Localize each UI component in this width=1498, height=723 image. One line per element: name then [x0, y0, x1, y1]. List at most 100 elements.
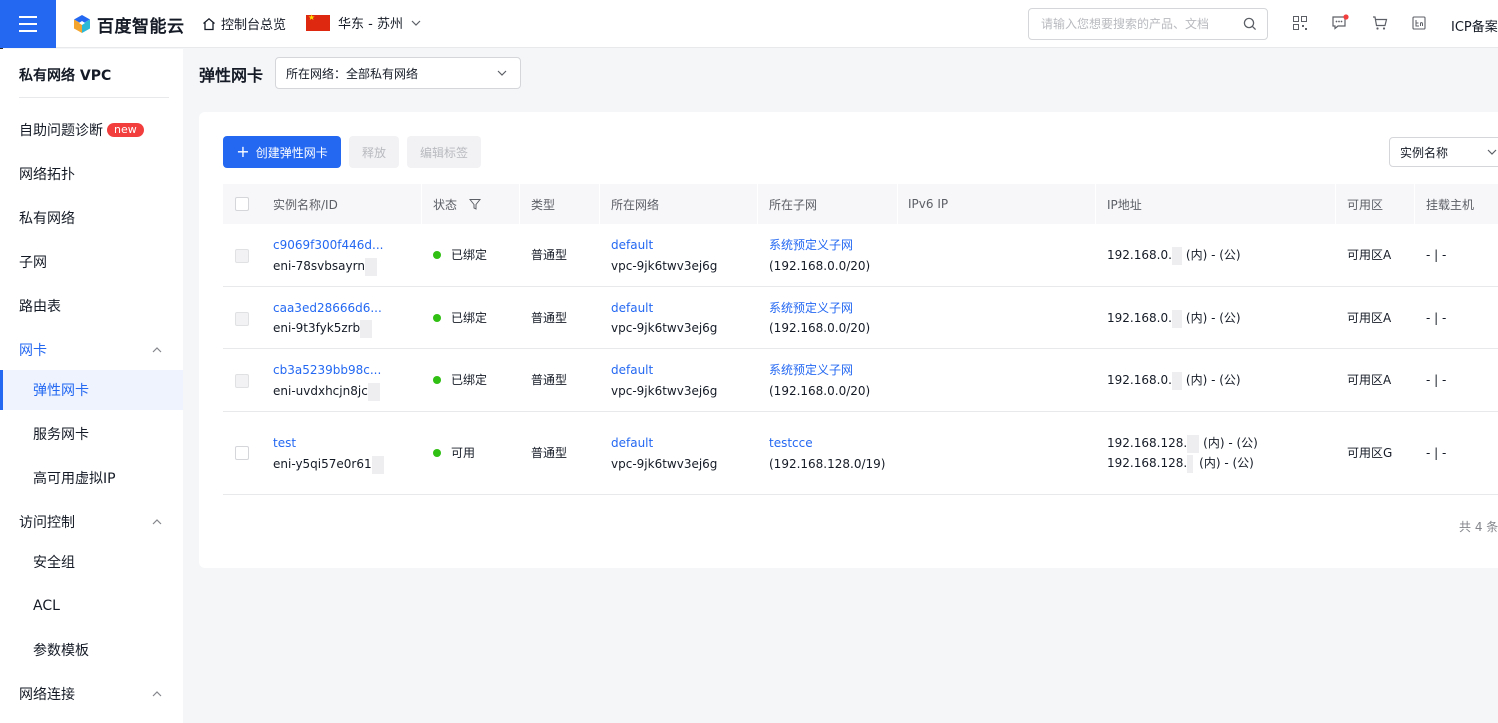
sidebar-item-label: 私有网络	[19, 211, 75, 227]
instance-id: eni-y5qi57e0r61	[273, 454, 384, 474]
sidebar-item-route-table[interactable]: 路由表	[0, 286, 183, 326]
host-cell: - | -	[1426, 248, 1447, 262]
sidebar-item-label: 路由表	[19, 299, 61, 315]
table-row: test eni-y5qi57e0r61 可用 普通型 default vpc-…	[223, 412, 1498, 495]
sidebar-item-param-template[interactable]: 参数模板	[0, 630, 183, 670]
sidebar-item-label: ACL	[33, 598, 60, 614]
row-checkbox[interactable]	[235, 249, 249, 263]
icp-filing-link[interactable]: ICP备案	[1451, 16, 1498, 35]
pagination-total: 共 4 条	[1459, 520, 1498, 534]
console-overview-label: 控制台总览	[221, 18, 287, 33]
status-dot	[433, 448, 441, 457]
qrcode-icon[interactable]	[1291, 14, 1309, 32]
ip-address: 192.168.0. (内) - (公)	[1107, 370, 1241, 390]
sidebar-item-vpc[interactable]: 私有网络	[0, 198, 183, 238]
type-cell: 普通型	[531, 446, 568, 460]
sidebar-item-security-group[interactable]: 安全组	[0, 542, 183, 582]
table-row: cb3a5239bb98c... eni-uvdxhcjn8jc 已绑定 普通型…	[223, 349, 1498, 412]
subnet-cidr: (192.168.0.0/20)	[769, 384, 871, 398]
row-checkbox[interactable]	[235, 446, 249, 460]
instance-name-link[interactable]: test	[273, 433, 296, 453]
global-search[interactable]	[1028, 8, 1268, 40]
region-label: 华东 - 苏州	[338, 17, 403, 32]
sidebar-item-service-nic[interactable]: 服务网卡	[0, 414, 183, 454]
eni-list-card: + 创建弹性网卡 释放 编辑标签 实例名称 实例名称/ID 状态 类型 所在网络…	[199, 112, 1498, 568]
sidebar-item-label: 安全组	[33, 555, 75, 571]
search-field-select[interactable]: 实例名称	[1389, 137, 1498, 167]
sidebar-group-nic[interactable]: 网卡	[0, 330, 183, 370]
new-badge: new	[107, 123, 144, 137]
edit-tags-button[interactable]: 编辑标签	[407, 136, 481, 168]
sidebar-item-label: 高可用虚拟IP	[33, 471, 116, 487]
zone-cell: 可用区A	[1347, 373, 1392, 387]
sidebar-item-diagnosis[interactable]: 自助问题诊断 new	[0, 110, 183, 150]
ip-address: 192.168.128. (内) - (公)	[1107, 433, 1258, 453]
chevron-down-icon	[411, 20, 421, 26]
network-filter-select[interactable]: 所在网络：全部私有网络	[275, 57, 521, 89]
column-header-host: 挂载主机	[1426, 197, 1475, 212]
cart-icon[interactable]	[1371, 14, 1389, 32]
vpc-id: vpc-9jk6twv3ej6g	[611, 259, 718, 273]
status-cell: 已绑定	[433, 370, 487, 390]
logo[interactable]: 百度智能云	[72, 12, 185, 37]
menu-toggle-button[interactable]	[0, 0, 56, 48]
vpc-id: vpc-9jk6twv3ej6g	[611, 384, 718, 398]
vpc-id: vpc-9jk6twv3ej6g	[611, 321, 718, 335]
vpc-name-link[interactable]: default	[611, 235, 653, 255]
host-cell: - | -	[1426, 446, 1447, 460]
chevron-up-icon	[152, 691, 162, 697]
vpc-name-link[interactable]: default	[611, 433, 653, 453]
sidebar-item-elastic-nic[interactable]: 弹性网卡	[0, 370, 183, 410]
type-cell: 普通型	[531, 373, 568, 387]
instance-name-link[interactable]: caa3ed28666d6...	[273, 298, 382, 318]
sidebar-item-label: 访问控制	[19, 515, 75, 531]
column-header-name: 实例名称/ID	[273, 197, 338, 212]
instance-id: eni-uvdxhcjn8jc	[273, 381, 380, 401]
search-input[interactable]	[1041, 17, 1243, 31]
baidu-cloud-logo-icon	[74, 15, 90, 33]
subnet-name-link[interactable]: 系统预定义子网	[769, 235, 853, 255]
subnet-name-link[interactable]: 系统预定义子网	[769, 298, 853, 318]
sidebar: 私有网络 VPC 自助问题诊断 new 网络拓扑 私有网络 子网 路由表 网卡 …	[0, 49, 183, 723]
search-icon[interactable]	[1243, 17, 1257, 31]
row-checkbox[interactable]	[235, 312, 249, 326]
filter-icon[interactable]	[469, 198, 482, 210]
zone-cell: 可用区G	[1347, 446, 1393, 460]
sidebar-item-subnet[interactable]: 子网	[0, 242, 183, 282]
vpc-name-link[interactable]: default	[611, 360, 653, 380]
status-cell: 已绑定	[433, 308, 487, 328]
sidebar-item-label: 弹性网卡	[33, 383, 89, 399]
status-dot	[433, 375, 441, 384]
select-all-checkbox[interactable]	[235, 197, 249, 211]
host-cell: - | -	[1426, 373, 1447, 387]
sidebar-group-access-control[interactable]: 访问控制	[0, 502, 183, 542]
instance-name-link[interactable]: c9069f300f446d...	[273, 235, 383, 255]
type-cell: 普通型	[531, 248, 568, 262]
subnet-name-link[interactable]: testcce	[769, 433, 813, 453]
row-checkbox[interactable]	[235, 374, 249, 388]
console-overview-link[interactable]: 控制台总览	[202, 14, 286, 33]
sidebar-item-label: 网卡	[19, 343, 47, 359]
subnet-cidr: (192.168.0.0/20)	[769, 321, 871, 335]
sidebar-item-topology[interactable]: 网络拓扑	[0, 154, 183, 194]
region-selector[interactable]: 华东 - 苏州	[306, 13, 421, 32]
plus-icon: +	[236, 142, 250, 161]
sidebar-item-label: 服务网卡	[33, 427, 89, 443]
column-header-zone: 可用区	[1347, 197, 1384, 212]
create-eni-button[interactable]: + 创建弹性网卡	[223, 136, 341, 168]
sidebar-group-network-connection[interactable]: 网络连接	[0, 674, 183, 714]
instance-name-link[interactable]: cb3a5239bb98c...	[273, 360, 381, 380]
zone-cell: 可用区A	[1347, 311, 1392, 325]
message-icon[interactable]	[1331, 14, 1349, 32]
release-button[interactable]: 释放	[349, 136, 399, 168]
vpc-id: vpc-9jk6twv3ej6g	[611, 457, 718, 471]
language-icon[interactable]	[1410, 14, 1428, 32]
sidebar-item-label: 自助问题诊断	[19, 123, 103, 139]
column-header-ipv6: IPv6 IP	[908, 197, 949, 211]
sidebar-item-acl[interactable]: ACL	[0, 586, 183, 626]
subnet-name-link[interactable]: 系统预定义子网	[769, 360, 853, 380]
host-cell: - | -	[1426, 311, 1447, 325]
vpc-name-link[interactable]: default	[611, 298, 653, 318]
sidebar-item-label: 网络拓扑	[19, 167, 75, 183]
sidebar-item-havip[interactable]: 高可用虚拟IP	[0, 458, 183, 498]
